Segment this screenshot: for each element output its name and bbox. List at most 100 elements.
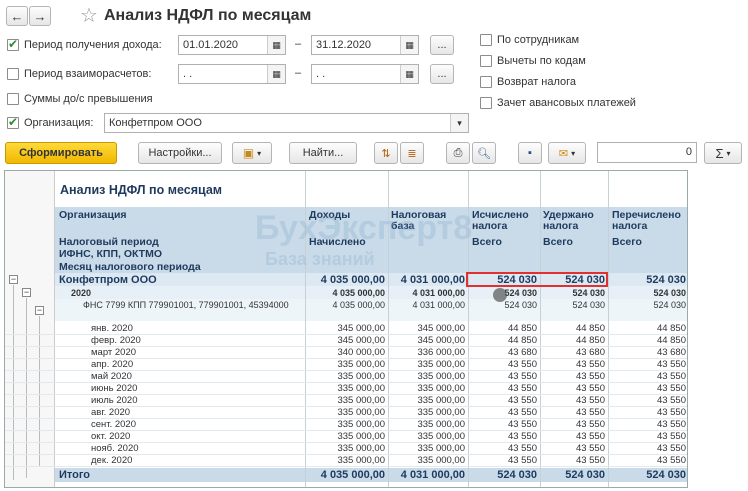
by-employees-checkbox[interactable]	[480, 34, 492, 46]
cell-withheld: 524 030	[565, 469, 605, 481]
cell-calc: 43 550	[507, 371, 537, 382]
envelope-icon: ✉	[558, 147, 569, 160]
page-title: Анализ НДФЛ по месяцам	[104, 7, 312, 24]
report-grid[interactable]: Анализ НДФЛ по месяцам Организация Налог…	[4, 170, 688, 488]
cell-income: 335 000,00	[337, 443, 385, 454]
table-row: окт. 2020 335 000,00 335 000,00 43 550 43 55…	[5, 431, 687, 443]
cell-calc: 43 550	[507, 395, 537, 406]
period-settle-from-field[interactable]: . . ▦	[178, 64, 286, 84]
sort-desc-button[interactable]: ≣	[400, 142, 424, 164]
table-row: дек. 2020 335 000,00 335 000,00 43 550 43 55…	[5, 455, 687, 467]
col-income-header: Доходы	[309, 209, 351, 221]
cell-paid: 43 550	[656, 407, 686, 418]
month-name: нояб. 2020	[91, 443, 139, 454]
deductions-by-codes-checkbox[interactable]	[480, 55, 492, 67]
cell-paid: 43 550	[656, 419, 686, 430]
table-row-year: 2020 4 035 000,00 4 031 000,00 524 030 5…	[5, 287, 687, 299]
advance-offset-checkbox[interactable]	[480, 97, 492, 109]
generate-button[interactable]: Сформировать	[5, 142, 117, 164]
chevron-down-icon: ▾	[571, 148, 576, 158]
calendar-icon[interactable]: ▦	[400, 65, 418, 83]
cell-base: 335 000,00	[417, 407, 465, 418]
find-button[interactable]: Найти...	[289, 142, 357, 164]
calendar-icon[interactable]: ▦	[267, 65, 285, 83]
cell-income: 335 000,00	[337, 419, 385, 430]
send-email-button[interactable]: ✉ ▾	[548, 142, 586, 164]
table-row-total: Итого 4 035 000,00 4 031 000,00 524 030 …	[5, 469, 687, 481]
cell-income: 335 000,00	[337, 395, 385, 406]
month-name: февр. 2020	[91, 335, 141, 346]
calendar-icon[interactable]: ▦	[400, 36, 418, 54]
cell-paid: 43 550	[656, 443, 686, 454]
period-settle-to-field[interactable]: . . ▦	[311, 64, 419, 84]
table-row: нояб. 2020 335 000,00 335 000,00 43 550 43 5…	[5, 443, 687, 455]
cell-withheld: 524 030	[572, 300, 605, 310]
cell-base: 345 000,00	[417, 335, 465, 346]
cell-calc: 524 030	[497, 469, 537, 481]
settings-button[interactable]: Настройки...	[138, 142, 222, 164]
period-settle-checkbox[interactable]	[7, 68, 19, 80]
cell-paid: 43 550	[656, 371, 686, 382]
month-name: дек. 2020	[91, 455, 133, 466]
cell-income: 4 035 000,00	[332, 300, 385, 310]
cell-calc: 43 680	[507, 347, 537, 358]
sum-select-button[interactable]: Σ ▾	[704, 142, 742, 164]
cell-calc: 524 030	[504, 300, 537, 310]
dash-separator: –	[295, 67, 302, 79]
variants-button[interactable]: ▣ ▾	[232, 142, 272, 164]
tax-refund-checkbox[interactable]	[480, 76, 492, 88]
period-settle-label: Период взаиморасчетов:	[24, 68, 152, 80]
cell-base: 4 031 000,00	[412, 300, 465, 310]
col-ifns-header: ИФНС, КПП, ОКТМО	[59, 248, 163, 260]
month-name: март 2020	[91, 347, 137, 358]
cell-calc: 43 550	[507, 419, 537, 430]
cell-paid: 524 030	[653, 288, 686, 298]
chevron-down-icon: ▾	[257, 148, 262, 158]
cell-withheld: 43 550	[575, 455, 605, 466]
save-button[interactable]: ▪	[518, 142, 542, 164]
chevron-down-icon[interactable]: ▾	[450, 114, 468, 132]
forward-button[interactable]: →	[29, 6, 51, 26]
period-settle-select-button[interactable]: ...	[430, 64, 454, 84]
table-row: июль 2020 335 000,00 335 000,00 43 550 43 55…	[5, 395, 687, 407]
col-calc-sub-header: Всего	[472, 236, 502, 248]
back-button[interactable]: ←	[6, 6, 28, 26]
print-button[interactable]: ⎙	[446, 142, 470, 164]
month-name: апр. 2020	[91, 359, 134, 370]
table-row: янв. 2020 345 000,00 345 000,00 44 850 44 85…	[5, 323, 687, 335]
table-row: июнь 2020 335 000,00 335 000,00 43 550 43 55…	[5, 383, 687, 395]
cell-paid: 44 850	[656, 323, 686, 334]
cell-withheld: 43 550	[575, 359, 605, 370]
sigma-icon: Σ	[715, 145, 724, 161]
cell-base: 336 000,00	[417, 347, 465, 358]
sum-field[interactable]: 0	[597, 142, 697, 163]
ifns-name: ФНС 7799 КПП 779901001, 779901001, 45394…	[83, 300, 289, 310]
calendar-icon[interactable]: ▦	[267, 36, 285, 54]
highlight-box	[466, 272, 608, 287]
col-org-header: Организация	[59, 209, 127, 221]
table-row: февр. 2020 345 000,00 345 000,00 44 850 44 8…	[5, 335, 687, 347]
favorite-star-icon[interactable]: ☆	[80, 3, 98, 28]
sums-label: Суммы до/с превышения	[24, 93, 153, 105]
table-row-ifns: ФНС 7799 КПП 779901001, 779901001, 45394…	[5, 299, 687, 311]
period-income-checkbox[interactable]	[7, 37, 19, 51]
preview-icon: 🔍︎	[477, 147, 491, 160]
preview-button[interactable]: 🔍︎	[472, 142, 496, 164]
cell-withheld: 44 850	[575, 323, 605, 334]
cell-paid: 524 030	[646, 274, 686, 286]
org-name: Конфетпром ООО	[59, 274, 157, 286]
cell-calc: 44 850	[507, 335, 537, 346]
cell-income: 345 000,00	[337, 323, 385, 334]
period-income-from-field[interactable]: 01.01.2020 ▦	[178, 35, 286, 55]
cell-income: 335 000,00	[337, 383, 385, 394]
deductions-by-codes-label: Вычеты по кодам	[497, 55, 586, 67]
sort-asc-button[interactable]: ⇅	[374, 142, 398, 164]
sums-checkbox[interactable]	[7, 93, 19, 105]
cell-base: 335 000,00	[417, 455, 465, 466]
organization-checkbox[interactable]	[7, 115, 19, 129]
period-income-select-button[interactable]: ...	[430, 35, 454, 55]
cell-calc: 43 550	[507, 443, 537, 454]
cell-paid: 43 550	[656, 359, 686, 370]
organization-select[interactable]: Конфетпром ООО ▾	[104, 113, 469, 133]
period-income-to-field[interactable]: 31.12.2020 ▦	[311, 35, 419, 55]
